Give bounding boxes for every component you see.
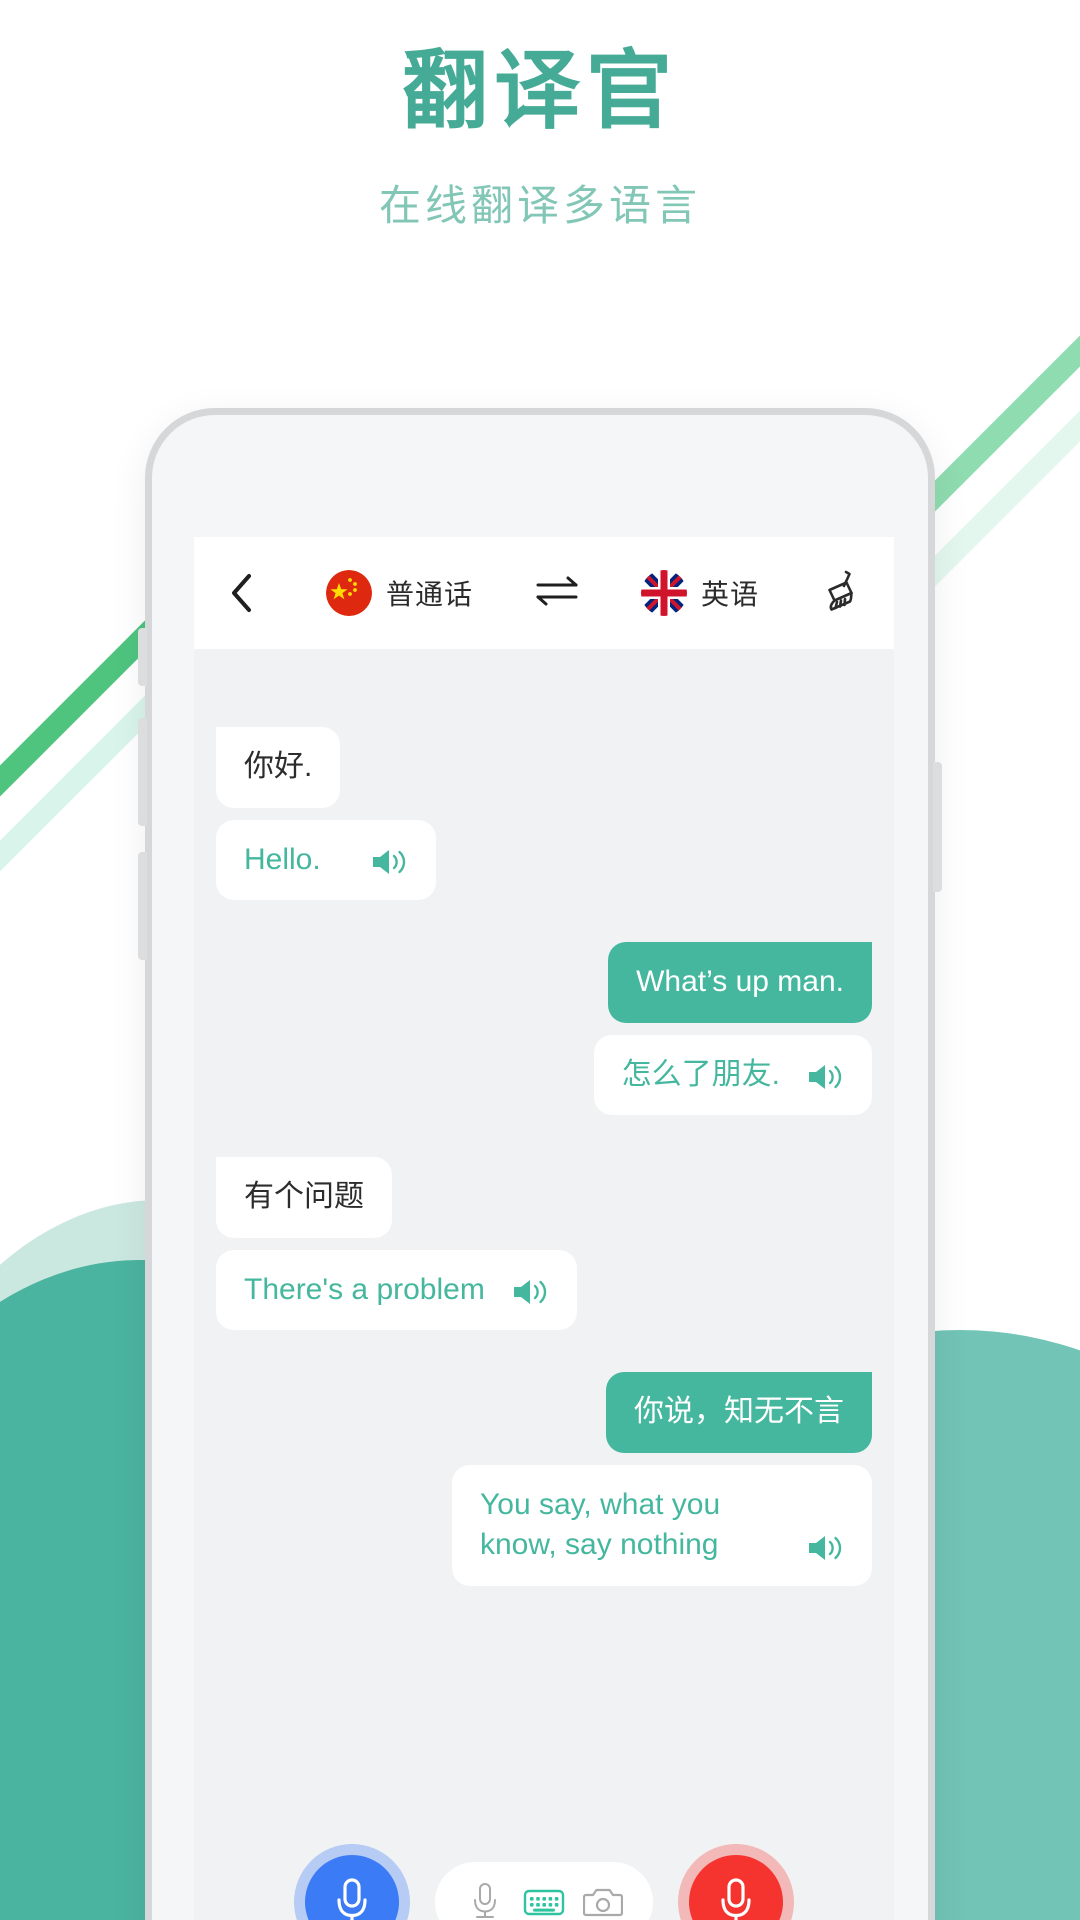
app-screen: 普通话 英语 你好. Hello. What’s up man. 怎么了朋友. … bbox=[194, 537, 894, 1920]
phone-side-button-volume-down bbox=[138, 852, 147, 960]
source-language-label: 普通话 bbox=[386, 579, 474, 610]
source-bubble[interactable]: What’s up man. bbox=[608, 942, 872, 1023]
keyboard-input-button[interactable] bbox=[522, 1880, 566, 1920]
translation-bubble[interactable]: There's a problem bbox=[216, 1249, 577, 1330]
app-subtitle: 在线翻译多语言 bbox=[378, 182, 701, 230]
phone-side-button-power bbox=[933, 762, 942, 892]
microphone-icon bbox=[330, 1874, 374, 1920]
source-language-selector[interactable]: 普通话 bbox=[326, 570, 473, 616]
message-group: 你好. Hello. bbox=[216, 727, 872, 900]
translation-text: Hello. bbox=[244, 842, 321, 876]
app-top-bar: 普通话 英语 bbox=[194, 537, 894, 649]
translation-text: There's a problem bbox=[244, 1272, 485, 1306]
speaker-volume-icon[interactable] bbox=[511, 1276, 549, 1308]
phone-side-button-mute bbox=[138, 628, 147, 686]
chevron-left-icon bbox=[227, 571, 257, 615]
keyboard-icon bbox=[523, 1886, 565, 1918]
conversation-list[interactable]: 你好. Hello. What’s up man. 怎么了朋友. 有个问题 Th… bbox=[194, 649, 894, 1833]
record-target-mic-button[interactable] bbox=[689, 1855, 783, 1920]
source-bubble[interactable]: 你说，知无不言 bbox=[606, 1372, 872, 1453]
clear-conversation-button[interactable] bbox=[814, 566, 868, 620]
message-group: 有个问题 There's a problem bbox=[216, 1157, 872, 1330]
translation-bubble[interactable]: 怎么了朋友. bbox=[593, 1034, 872, 1115]
swap-languages-button[interactable] bbox=[531, 571, 583, 615]
source-bubble[interactable]: 你好. bbox=[216, 727, 341, 808]
record-source-mic-button[interactable] bbox=[305, 1855, 399, 1920]
promo-screenshot: 翻译官 在线翻译多语言 普通话 英语 你好. Hello. What’s up … bbox=[0, 0, 1080, 1920]
translation-text: 怎么了朋友. bbox=[621, 1057, 780, 1091]
input-mode-switcher bbox=[435, 1862, 653, 1920]
speaker-volume-icon[interactable] bbox=[806, 1061, 844, 1093]
back-button[interactable] bbox=[220, 571, 264, 615]
promo-headline: 翻译官 在线翻译多语言 bbox=[0, 46, 1080, 233]
phone-side-button-volume-up bbox=[138, 718, 147, 826]
camera-icon bbox=[583, 1885, 624, 1919]
speaker-volume-icon[interactable] bbox=[806, 1532, 844, 1564]
voice-input-button[interactable] bbox=[463, 1880, 507, 1920]
speaker-volume-icon[interactable] bbox=[370, 846, 408, 878]
input-toolbar bbox=[194, 1833, 894, 1920]
target-language-label: 英语 bbox=[701, 579, 760, 610]
translation-bubble[interactable]: You say, what you know, say nothing bbox=[452, 1464, 872, 1586]
translation-bubble[interactable]: Hello. bbox=[216, 819, 436, 900]
target-language-selector[interactable]: 英语 bbox=[641, 570, 759, 616]
message-group: What’s up man. 怎么了朋友. bbox=[216, 942, 872, 1115]
swap-arrows-icon bbox=[534, 574, 580, 613]
microphone-outline-icon bbox=[470, 1881, 500, 1920]
china-flag-icon bbox=[326, 570, 372, 616]
uk-flag-icon bbox=[641, 570, 688, 616]
source-bubble[interactable]: 有个问题 bbox=[216, 1157, 392, 1238]
microphone-icon bbox=[714, 1874, 758, 1920]
broom-icon bbox=[816, 566, 866, 621]
camera-input-button[interactable] bbox=[581, 1880, 625, 1920]
phone-mockup: 普通话 英语 你好. Hello. What’s up man. 怎么了朋友. … bbox=[145, 408, 935, 1920]
app-title: 翻译官 bbox=[402, 43, 678, 139]
translation-text: You say, what you know, say nothing bbox=[480, 1487, 721, 1562]
message-group: 你说，知无不言 You say, what you know, say noth… bbox=[216, 1372, 872, 1586]
